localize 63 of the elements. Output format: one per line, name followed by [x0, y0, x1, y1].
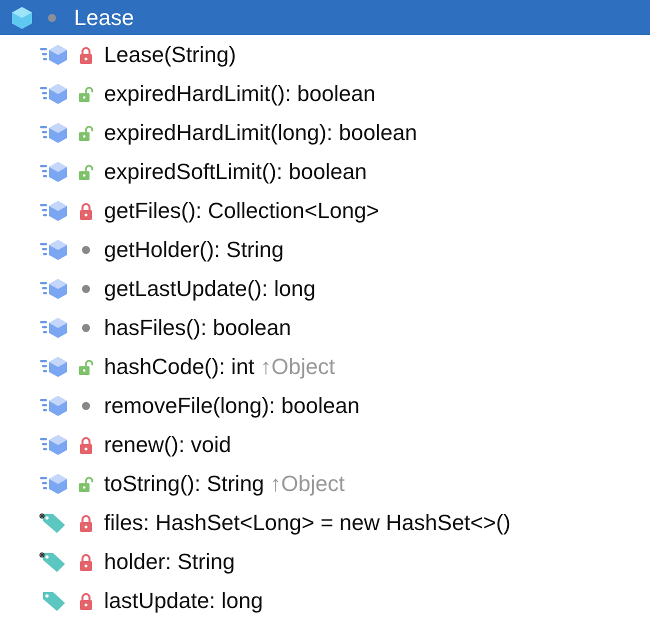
method-icon [40, 394, 68, 416]
unlock-icon [78, 124, 94, 142]
method-icon [40, 356, 68, 378]
lock-icon [78, 202, 94, 220]
member-label: expiredHardLimit(long): boolean [104, 120, 418, 146]
tree-item[interactable]: getHolder(): String [0, 230, 650, 269]
method-icon [40, 434, 68, 456]
member-label: getHolder(): String [104, 236, 284, 262]
method-icon [40, 82, 68, 104]
dot-icon [48, 14, 56, 22]
tree-item[interactable]: expiredHardLimit(long): boolean [0, 113, 650, 152]
tree-item[interactable]: removeFile(long): boolean [0, 386, 650, 425]
unlock-icon [78, 162, 94, 180]
inherited-label: ↑Object [260, 354, 336, 380]
tree-item[interactable]: expiredHardLimit(): boolean [0, 74, 650, 113]
member-label: getLastUpdate(): long [104, 276, 316, 302]
unlock-icon [78, 84, 94, 102]
lock-icon [78, 46, 94, 64]
method-icon [40, 472, 68, 494]
lock-icon [78, 514, 94, 532]
member-label: expiredSoftLimit(): boolean [104, 158, 367, 184]
member-label: hasFiles(): boolean [104, 314, 292, 340]
method-icon [40, 44, 68, 66]
member-label: getFiles(): Collection<Long> [104, 198, 380, 224]
method-icon [40, 316, 68, 338]
method-icon [40, 122, 68, 144]
tree-item[interactable]: getFiles(): Collection<Long> [0, 191, 650, 230]
member-label: hashCode(): int [104, 354, 254, 380]
class-name: Lease [74, 4, 134, 30]
member-label: renew(): void [104, 432, 232, 458]
member-label: removeFile(long): boolean [104, 392, 360, 418]
tree-item[interactable]: expiredSoftLimit(): boolean [0, 152, 650, 191]
unlock-icon [78, 358, 94, 376]
lock-icon [78, 592, 94, 610]
lock-icon [78, 436, 94, 454]
method-icon [40, 238, 68, 260]
dot-icon [82, 402, 90, 410]
tree-item[interactable]: toString(): String ↑Object [0, 464, 650, 503]
tree-item[interactable]: lastUpdate: long [0, 581, 650, 620]
inherited-label: ↑Object [270, 470, 345, 496]
member-label: lastUpdate: long [104, 588, 263, 614]
tree-item[interactable]: Lease(String) [0, 35, 650, 74]
unlock-icon [78, 474, 94, 492]
member-label: toString(): String [104, 470, 264, 496]
member-label: files: HashSet<Long> = new HashSet<>() [104, 510, 511, 536]
tree-item[interactable]: Lease [0, 0, 650, 35]
member-label: expiredHardLimit(): boolean [104, 80, 376, 106]
member-label: holder: String [104, 548, 235, 574]
method-icon [40, 160, 68, 182]
dot-icon [82, 324, 90, 332]
tree-item[interactable]: renew(): void [0, 425, 650, 464]
tree-item[interactable]: holder: String [0, 542, 650, 581]
method-icon [40, 200, 68, 222]
dot-icon [82, 246, 90, 254]
tree-item[interactable]: hashCode(): int ↑Object [0, 347, 650, 386]
method-icon [40, 278, 68, 300]
tree-item[interactable]: hasFiles(): boolean [0, 308, 650, 347]
tree-item[interactable]: files: HashSet<Long> = new HashSet<>() [0, 503, 650, 542]
cube-icon [10, 6, 34, 30]
dot-icon [82, 284, 90, 292]
member-label: Lease(String) [104, 42, 236, 68]
lock-icon [78, 552, 94, 570]
tree-item[interactable]: getLastUpdate(): long [0, 269, 650, 308]
